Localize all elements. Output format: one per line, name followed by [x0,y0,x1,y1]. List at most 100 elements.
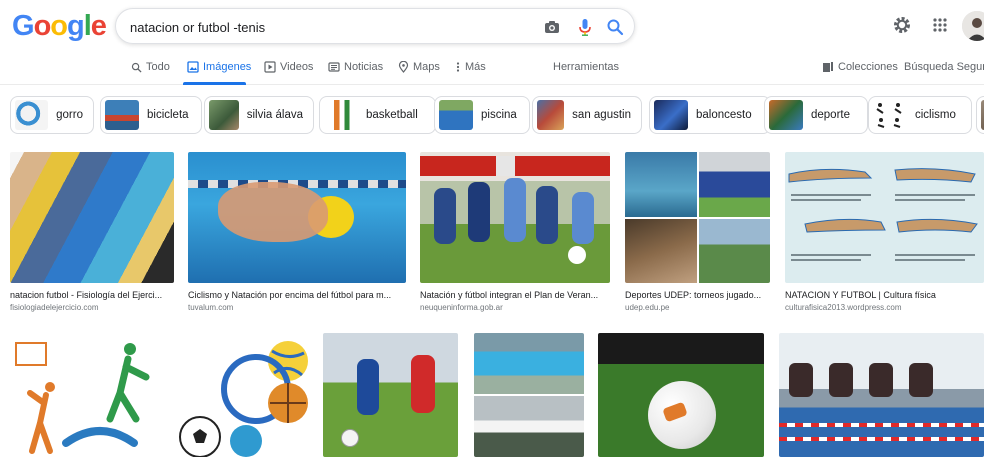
result-thumbnail [188,152,406,283]
tab-label: Maps [413,61,440,73]
search-input[interactable] [130,17,510,37]
chip-silvia-alava[interactable]: silvia álava [204,96,314,134]
logo-letter: G [12,10,35,42]
chip-baloncesto[interactable]: baloncesto [649,96,771,134]
chip-thumbnail [439,100,473,130]
chip-thumbnail [15,100,49,130]
tab-noticias[interactable]: Noticias [328,61,383,73]
tab-label: Videos [280,61,314,73]
chip-label: piscina [481,109,517,121]
tab-maps[interactable]: Maps [398,61,440,73]
avatar[interactable] [962,11,984,41]
tab-label: Colecciones [838,61,898,73]
video-icon [264,61,276,73]
chip-label: gorro [56,109,83,121]
collections-icon [823,62,833,72]
tab-label: Búsqueda Segura [904,61,984,73]
tab-label: Más [465,61,486,73]
more-vert-icon [456,62,460,72]
image-result[interactable] [323,333,458,457]
chip-thumbnail [537,100,565,130]
chip-thumbnail [769,100,803,130]
tab-todo[interactable]: Todo [131,61,170,73]
result-title: natacion futbol - Fisiología del Ejerci.… [10,290,163,300]
tab-label: Noticias [344,61,384,73]
active-tab-indicator [183,82,246,85]
logo-letter: l [83,10,92,42]
image-result[interactable]: Ciclismo y Natación por encima del fútbo… [188,152,406,312]
result-source: udep.edu.pe [625,303,670,312]
chip-label: deporte [811,109,851,121]
chip-thumbnail [105,100,139,130]
result-thumbnail [10,333,164,457]
logo-letter: g [67,10,85,42]
chip-label: silvia álava [246,109,303,121]
image-result[interactable]: NATACION Y FUTBOL | Cultura física cultu… [785,152,984,312]
result-thumbnail [10,152,174,283]
chip-bicicleta[interactable]: bicicleta [100,96,202,134]
logo-letter: o [50,10,68,42]
result-thumbnail [625,152,770,283]
result-thumbnail [474,333,584,457]
settings-gear-icon[interactable] [891,14,913,36]
image-result[interactable]: natacion futbol - Fisiología del Ejerci.… [10,152,174,312]
image-result[interactable] [178,333,308,457]
chip-piscina[interactable]: piscina [434,96,530,134]
result-source: culturafisica2013.wordpress.com [785,303,902,312]
chip-basketball[interactable]: basketball [319,96,436,134]
chip-ciclismo[interactable]: ciclismo [868,96,972,134]
tab-mas[interactable]: Más [455,61,486,73]
chip-label: baloncesto [696,109,752,121]
image-result[interactable]: Natación y fútbol integran el Plan de Ve… [420,152,610,312]
collections-link[interactable]: Colecciones [822,61,898,73]
chip-thumbnail [654,100,688,130]
image-result[interactable] [779,333,984,457]
result-thumbnail [323,333,458,457]
search-tabs: Todo Imágenes Videos Noticias Maps Más H… [0,57,984,85]
chip-gorro[interactable]: gorro [10,96,94,134]
chip-more[interactable] [976,96,984,134]
tab-imagenes[interactable]: Imágenes [187,61,251,73]
chip-label: bicicleta [147,109,189,121]
tab-label: Todo [146,61,170,73]
tab-videos[interactable]: Videos [264,61,313,73]
result-thumbnail [598,333,764,457]
map-pin-icon [398,61,409,73]
result-source: fisiologiadelejercicio.com [10,303,99,312]
image-result[interactable]: Deportes UDEP: torneos jugado... udep.ed… [625,152,770,312]
image-result[interactable] [598,333,764,457]
chip-thumbnail [324,100,358,130]
search-icon[interactable] [605,17,625,37]
result-source: neuqueninforma.gob.ar [420,303,503,312]
apps-grid-icon[interactable] [929,14,951,36]
chip-deporte[interactable]: deporte [764,96,868,134]
news-icon [328,62,340,72]
result-title: Ciclismo y Natación por encima del fútbo… [188,290,392,300]
logo-letter: o [33,10,52,42]
safe-search-link[interactable]: Búsqueda Segura [904,61,984,73]
image-icon [187,61,199,73]
chip-thumbnail [209,100,239,130]
result-thumbnail [779,333,984,457]
microphone-icon[interactable] [575,17,595,37]
result-thumbnail [785,152,984,283]
image-result[interactable] [474,333,584,457]
result-title: Natación y fútbol integran el Plan de Ve… [420,290,599,300]
result-title: NATACION Y FUTBOL | Cultura física [785,290,936,300]
image-result[interactable] [10,333,164,457]
camera-icon[interactable] [542,17,562,37]
tab-label: Imágenes [203,61,252,73]
logo-letter: e [90,10,107,42]
result-thumbnail [420,152,610,283]
result-title: Deportes UDEP: torneos jugado... [625,290,762,300]
search-icon [131,62,142,73]
result-source: tuvalum.com [188,303,234,312]
tools-button[interactable]: Herramientas [553,61,619,73]
google-logo[interactable]: Google [12,10,107,43]
result-thumbnail [178,333,308,457]
search-box[interactable] [115,8,635,44]
chip-label: basketball [366,109,418,121]
chip-label: ciclismo [915,109,956,121]
chip-label: san agustin [572,109,631,121]
chip-san-agustin[interactable]: san agustin [532,96,642,134]
